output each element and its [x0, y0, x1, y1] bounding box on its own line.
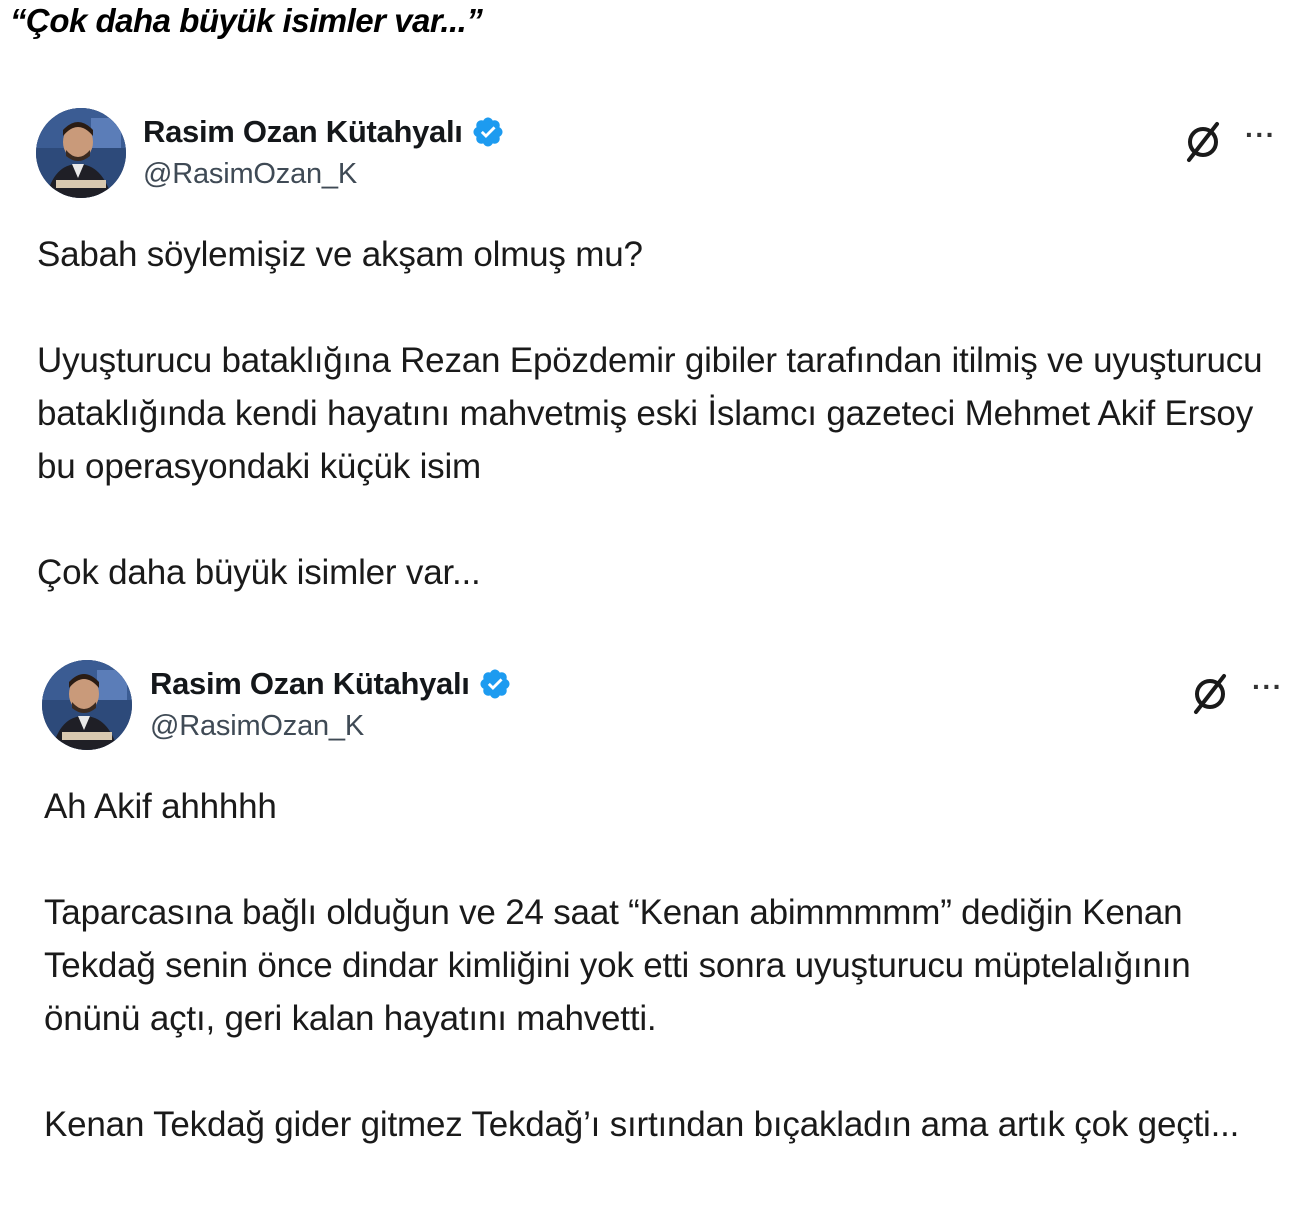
tweet-paragraph: Taparcasına bağlı olduğun ve 24 saat “Ke… — [44, 893, 1191, 1038]
avatar[interactable] — [36, 108, 126, 198]
verified-badge-icon — [480, 669, 510, 699]
tweet-paragraph: Çok daha büyük isimler var... — [37, 553, 481, 592]
article-headline: “Çok daha büyük isimler var...” — [10, 2, 483, 39]
more-icon[interactable]: ··· — [1245, 121, 1276, 154]
grok-icon[interactable] — [1183, 120, 1223, 164]
author-display-name[interactable]: Rasim Ozan Kütahyalı — [143, 114, 463, 150]
verified-badge-icon — [473, 117, 503, 147]
tweet-paragraph: Kenan Tekdağ gider gitmez Tekdağ’ı sırtı… — [44, 1105, 1240, 1144]
tweet-paragraph: Sabah söylemişiz ve akşam olmuş mu? — [37, 235, 643, 274]
tweet-body: Sabah söylemişiz ve akşam olmuş mu? Uyuş… — [37, 228, 1287, 592]
tweet-body: Ah Akif ahhhhh Taparcasına bağlı olduğun… — [44, 780, 1294, 1144]
tweet-actions: ··· — [1190, 672, 1283, 716]
tweet-paragraph: Ah Akif ahhhhh — [44, 787, 277, 826]
author-display-name[interactable]: Rasim Ozan Kütahyalı — [150, 666, 470, 702]
author-block: Rasim Ozan Kütahyalı @RasimOzan_K — [143, 112, 505, 191]
author-block: Rasim Ozan Kütahyalı @RasimOzan_K — [150, 664, 512, 743]
author-handle[interactable]: @RasimOzan_K — [150, 710, 512, 743]
tweet-actions: ··· — [1183, 120, 1276, 164]
author-handle[interactable]: @RasimOzan_K — [143, 158, 505, 191]
more-icon[interactable]: ··· — [1252, 673, 1283, 706]
tweet-paragraph: Uyuşturucu bataklığına Rezan Epözdemir g… — [37, 341, 1263, 486]
avatar[interactable] — [42, 660, 132, 750]
grok-icon[interactable] — [1190, 672, 1230, 716]
